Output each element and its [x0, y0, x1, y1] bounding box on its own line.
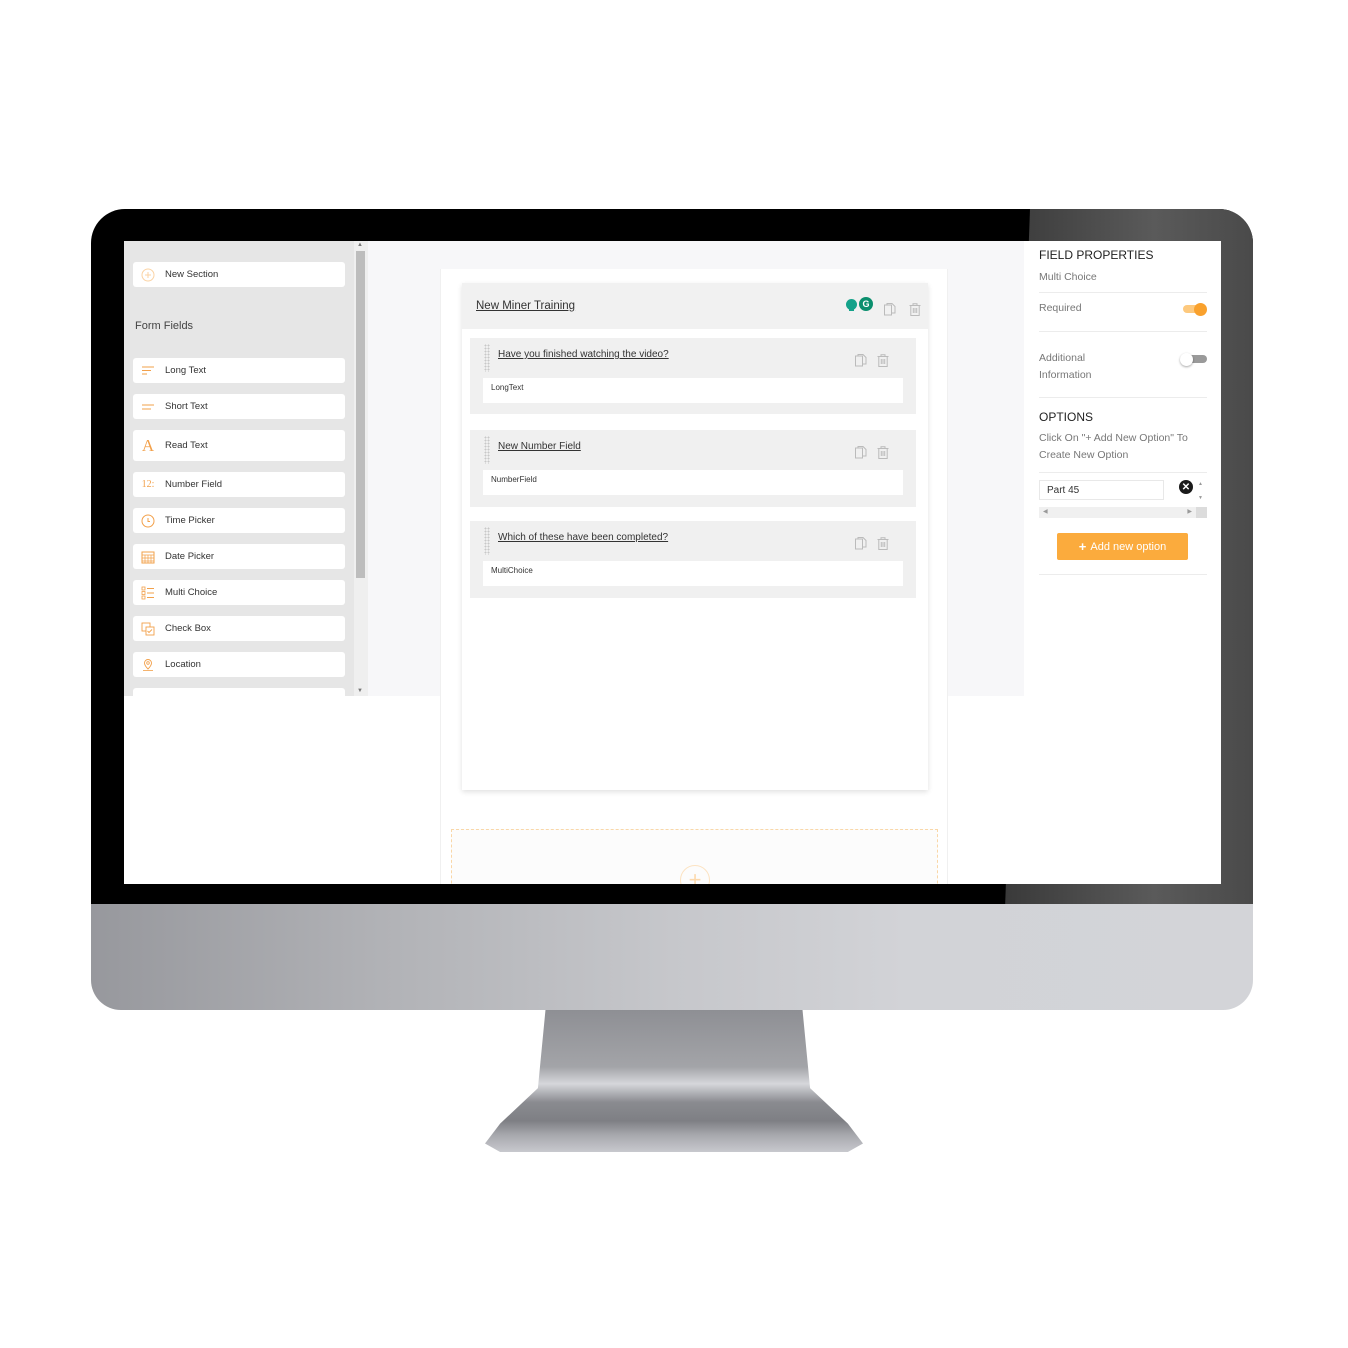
- field-item-read-text[interactable]: A Read Text: [133, 430, 345, 461]
- field-item-partial[interactable]: [133, 688, 345, 696]
- field-item-label: Long Text: [165, 365, 207, 376]
- trash-icon[interactable]: [877, 354, 889, 367]
- read-text-icon: A: [141, 435, 155, 455]
- field-item-long-text[interactable]: Long Text: [133, 358, 345, 383]
- sidebar-scrollbar[interactable]: ▲ ▼: [354, 241, 368, 696]
- field-title[interactable]: Which of these have been completed?: [498, 532, 668, 543]
- number-icon: 12:: [141, 479, 155, 490]
- scrollbar-corner: [1196, 507, 1207, 518]
- field-item-label: Multi Choice: [165, 587, 218, 598]
- required-toggle[interactable]: [1180, 303, 1207, 316]
- field-item-check-box[interactable]: Check Box: [133, 616, 345, 641]
- plus-circle-icon: [133, 268, 163, 282]
- field-item-multi-choice[interactable]: Multi Choice: [133, 580, 345, 605]
- additional-info-label: Additional Information: [1039, 352, 1092, 381]
- trash-icon[interactable]: [877, 537, 889, 550]
- drag-handle-icon[interactable]: [484, 436, 490, 464]
- field-item-number-field[interactable]: 12: Number Field: [133, 472, 345, 497]
- field-card[interactable]: Have you finished watching the video? Lo…: [470, 338, 916, 414]
- field-item-short-text[interactable]: Short Text: [133, 394, 345, 419]
- field-type-name: Multi Choice: [1039, 271, 1097, 283]
- field-card[interactable]: New Number Field NumberField: [470, 430, 916, 507]
- field-item-label: Time Picker: [165, 515, 215, 526]
- divider: [1039, 574, 1207, 575]
- monitor-stand: [485, 1010, 863, 1152]
- field-item-location[interactable]: Location: [133, 652, 345, 677]
- field-type-label: MultiChoice: [491, 566, 533, 575]
- list-icon: [133, 586, 163, 600]
- options-title: OPTIONS: [1039, 410, 1094, 424]
- section-card: New Miner Training G Have you finished w…: [462, 283, 928, 790]
- divider: [1039, 292, 1207, 293]
- copy-icon[interactable]: [855, 446, 867, 459]
- field-preview: NumberField: [483, 470, 903, 495]
- field-item-label: Check Box: [165, 623, 211, 634]
- location-pin-icon: [133, 658, 163, 672]
- copy-icon[interactable]: [855, 537, 867, 550]
- form-fields-heading: Form Fields: [135, 320, 194, 332]
- field-item-label: Location: [165, 659, 201, 670]
- field-item-time-picker[interactable]: Time Picker: [133, 508, 345, 533]
- new-section-button[interactable]: New Section: [133, 262, 345, 287]
- section-title[interactable]: New Miner Training: [476, 300, 575, 312]
- drag-handle-icon[interactable]: [484, 344, 490, 372]
- copy-icon[interactable]: [884, 303, 896, 316]
- drag-handle-icon[interactable]: [484, 527, 490, 555]
- plus-icon: +: [1078, 539, 1087, 554]
- properties-title: FIELD PROPERTIES: [1039, 248, 1154, 262]
- field-type-label: LongText: [491, 383, 524, 392]
- scroll-down-arrow-icon[interactable]: ▼: [357, 688, 363, 694]
- copy-icon[interactable]: [855, 354, 867, 367]
- calendar-icon: [133, 550, 163, 564]
- additional-info-toggle[interactable]: [1180, 353, 1207, 366]
- trash-icon[interactable]: [877, 446, 889, 459]
- options-hint: Click On "+ Add New Option" To Create Ne…: [1039, 432, 1188, 461]
- clock-icon: [133, 514, 163, 528]
- scroll-up-arrow-icon[interactable]: ▲: [357, 242, 363, 248]
- plus-circle-icon[interactable]: +: [680, 865, 710, 884]
- field-preview: LongText: [483, 378, 903, 403]
- field-item-date-picker[interactable]: Date Picker: [133, 544, 345, 569]
- add-new-option-button[interactable]: + Add new option: [1057, 533, 1188, 560]
- required-label: Required: [1039, 302, 1082, 314]
- add-new-option-label: Add new option: [1090, 540, 1167, 553]
- divider: [1039, 472, 1207, 473]
- monitor-chin: [91, 904, 1253, 1010]
- remove-option-icon[interactable]: ✕: [1179, 480, 1193, 494]
- option-input[interactable]: [1039, 480, 1164, 500]
- field-title[interactable]: Have you finished watching the video?: [498, 349, 669, 360]
- screen: New Section Form Fields Long Text Short …: [124, 241, 1221, 884]
- field-item-label: Read Text: [165, 440, 208, 451]
- grammarly-widget[interactable]: G: [846, 297, 878, 313]
- new-section-label: New Section: [165, 269, 219, 280]
- form-fields-sidebar: New Section Form Fields Long Text Short …: [124, 241, 368, 696]
- scrollbar-thumb[interactable]: [356, 251, 365, 578]
- grammarly-icon: G: [859, 297, 873, 311]
- field-type-label: NumberField: [491, 475, 537, 484]
- field-item-label: Short Text: [165, 401, 208, 412]
- field-title[interactable]: New Number Field: [498, 441, 581, 452]
- options-horizontal-scrollbar[interactable]: ◀ ▶: [1039, 507, 1196, 518]
- field-properties-panel: FIELD PROPERTIES Multi Choice Required A…: [1024, 241, 1221, 884]
- lightbulb-icon: [846, 299, 857, 311]
- field-card[interactable]: Which of these have been completed? Mult…: [470, 521, 916, 598]
- field-item-label: Number Field: [165, 479, 223, 490]
- field-preview: MultiChoice: [483, 561, 903, 586]
- section-header: New Miner Training G: [462, 283, 928, 329]
- field-item-label: Date Picker: [165, 551, 215, 562]
- divider: [1039, 331, 1207, 332]
- long-text-icon: [133, 366, 163, 376]
- short-text-icon: [133, 403, 163, 411]
- options-vertical-scrollbar[interactable]: ▲ ▼: [1196, 479, 1207, 507]
- add-section-dropzone[interactable]: +: [451, 829, 938, 884]
- checkbox-icon: [133, 622, 163, 636]
- divider: [1039, 397, 1207, 398]
- trash-icon[interactable]: [909, 303, 921, 316]
